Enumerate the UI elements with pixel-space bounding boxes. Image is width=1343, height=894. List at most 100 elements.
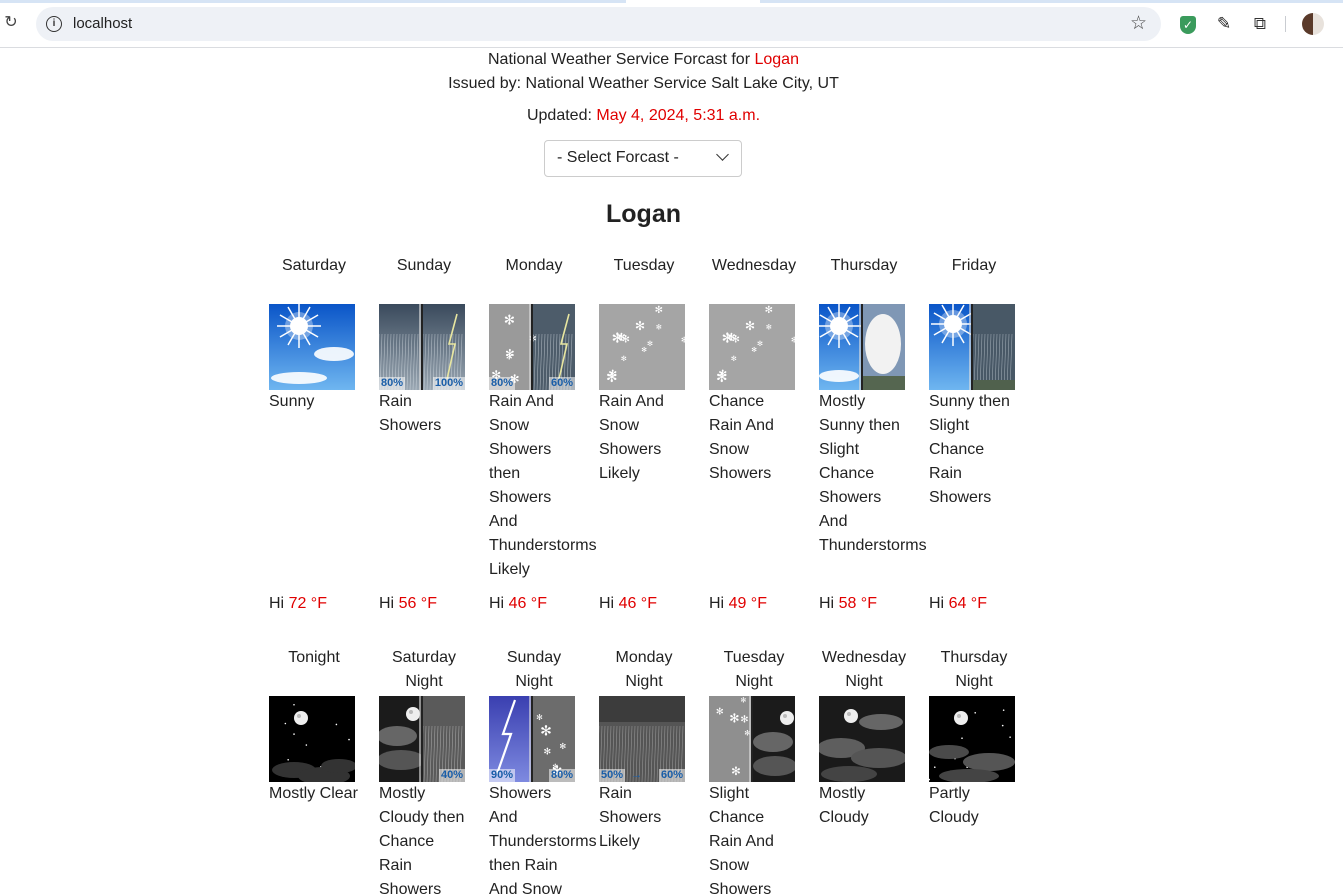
site-info-icon[interactable]: i — [46, 16, 62, 32]
high-temp-value: 46 °F — [618, 595, 657, 612]
period-name: Tonight — [288, 649, 340, 666]
svg-text:✻: ✻ — [536, 713, 543, 722]
svg-text:✻: ✻ — [731, 354, 737, 363]
svg-text:✻: ✻ — [621, 354, 627, 363]
high-label: Hi — [599, 595, 615, 612]
precip-chance-right: 40% — [438, 769, 465, 782]
night-period-0: Tonight Mostly Clear — [269, 646, 379, 802]
high-label: Hi — [709, 595, 725, 612]
night-period-5: Wednesday Night Mostly Cloudy — [819, 646, 929, 826]
period-description: Rain And Snow Showers then Showers And T… — [489, 393, 597, 578]
period-description: Sunny — [269, 393, 315, 410]
period-name: Tuesday — [613, 257, 675, 274]
period-name: Monday — [505, 257, 563, 274]
period-name: Wednesday — [711, 257, 797, 274]
period-description: Mostly Cloudy — [819, 785, 869, 826]
period-name: Friday — [951, 257, 997, 274]
high-temp-value: 49 °F — [728, 595, 767, 612]
tab-strip-edge — [0, 0, 1343, 3]
period-description: Mostly Sunny then Slight Chance Showers … — [819, 393, 927, 554]
shield-extension-icon[interactable]: ✓ — [1177, 13, 1199, 35]
period-name: Monday Night — [615, 649, 673, 690]
address-bar[interactable]: i localhost ☆ — [36, 7, 1161, 41]
svg-text:✻: ✻ — [655, 305, 663, 316]
svg-text:✻: ✻ — [740, 696, 746, 705]
sun-then-rain-icon — [929, 304, 1015, 390]
chevron-down-icon — [716, 148, 729, 161]
svg-text:✻: ✻ — [647, 339, 653, 348]
day-period-0: Saturday Sunny Hi 72 °F — [269, 254, 379, 612]
period-name: Thursday — [830, 257, 898, 274]
high-temperature: Hi 56 °F — [379, 592, 437, 616]
high-temp-value: 46 °F — [508, 595, 547, 612]
updated-line: Updated: May 4, 2024, 5:31 a.m. — [0, 104, 1287, 128]
high-temp-value: 64 °F — [948, 595, 987, 612]
browser-toolbar: ↻ i localhost ☆ ✓ ✎ ⧉ — [0, 0, 1343, 48]
day-period-5: Thursday Mostly Sunny then Slight Chance … — [819, 254, 929, 612]
high-temp-value: 72 °F — [288, 595, 327, 612]
high-label: Hi — [929, 595, 945, 612]
reload-icon[interactable]: ↻ — [2, 14, 20, 32]
rain-showers-thunder-icon: 80% 100% — [379, 304, 465, 390]
forecast-page: National Weather Service Forcast for Log… — [0, 48, 1343, 894]
title-city: Logan — [754, 51, 799, 68]
svg-text:✻: ✻ — [544, 747, 552, 757]
day-period-6: Friday Sunny then Slight Chance Rain Show… — [929, 254, 1039, 612]
precip-chance-left: 80% — [489, 377, 516, 390]
svg-text:✻: ✻ — [656, 322, 662, 331]
night-period-1: Saturday Night 40% Mostly Cloudy then Chan… — [379, 646, 489, 894]
cloudy-night-icon — [819, 696, 905, 782]
period-description: Mostly Clear — [269, 785, 358, 802]
sun-then-storm-icon — [819, 304, 905, 390]
period-description: Sunny then Slight Chance Rain Showers — [929, 393, 1010, 506]
snow-thunder-icon: ✻✻✻✻✻✻80%60% — [489, 304, 575, 390]
period-name: Wednesday Night — [821, 649, 907, 690]
forecast-select[interactable]: - Select Forcast - — [544, 140, 742, 177]
precip-trend-arrow: → — [631, 769, 642, 781]
cloudy-night-rain-icon: 40% — [379, 696, 465, 782]
clear-night-icon — [269, 696, 355, 782]
snow-then-night-icon: ✻ ✻ ✻ ✻ ✻ ✻ — [709, 696, 795, 782]
day-period-2: Monday✻✻✻✻✻✻80%60%Rain And Snow Showers … — [489, 254, 599, 612]
precip-chance-left: 90% — [489, 769, 516, 782]
svg-text:✻: ✻ — [681, 336, 685, 345]
svg-text:✻: ✻ — [745, 319, 755, 333]
high-label: Hi — [819, 595, 835, 612]
extensions-puzzle-icon[interactable]: ⧉ — [1249, 13, 1271, 35]
svg-text:✻: ✻ — [559, 741, 566, 751]
period-name: Saturday — [281, 257, 347, 274]
high-temperature: Hi 46 °F — [489, 592, 547, 616]
svg-text:✻: ✻ — [716, 707, 724, 718]
high-temp-value: 56 °F — [398, 595, 437, 612]
precip-chance-right: 60% — [548, 377, 575, 390]
svg-text:✻: ✻ — [727, 332, 736, 344]
eyedropper-extension-icon[interactable]: ✎ — [1213, 13, 1235, 35]
period-name: Sunday Night — [506, 649, 562, 690]
high-label: Hi — [269, 595, 285, 612]
updated-value: May 4, 2024, 5:31 a.m. — [596, 107, 761, 124]
precip-chance-right: 100% — [432, 377, 465, 390]
page-title: National Weather Service Forcast for Log… — [0, 48, 1287, 72]
period-description: Showers And Thunderstorms then Rain And … — [489, 785, 597, 894]
period-description: Chance Rain And Snow Showers — [709, 393, 774, 482]
period-description: Rain Showers — [379, 393, 442, 434]
svg-text:✻: ✻ — [505, 347, 515, 361]
svg-text:✻: ✻ — [731, 764, 741, 778]
sunny-icon — [269, 304, 355, 390]
period-name: Thursday Night — [940, 649, 1008, 690]
bookmark-star-icon[interactable]: ☆ — [1130, 12, 1147, 35]
forecast-select-label: - Select Forcast - — [557, 149, 679, 166]
night-period-6: Thursday Night Partly Cloudy — [929, 646, 1039, 826]
title-prefix: National Weather Service Forcast for — [488, 51, 755, 68]
svg-text:✻: ✻ — [791, 336, 795, 345]
night-period-3: Monday Night 50% → 60% Rain Showers Likely — [599, 646, 709, 850]
svg-text:✻: ✻ — [716, 370, 728, 386]
period-description: Partly Cloudy — [929, 785, 979, 826]
profile-avatar[interactable] — [1302, 13, 1324, 35]
issued-by: Issued by: National Weather Service Salt… — [448, 75, 839, 92]
high-temp-value: 58 °F — [838, 595, 877, 612]
precip-chance-left: 50% — [599, 769, 626, 782]
city-heading: Logan — [606, 200, 681, 228]
svg-text:✻: ✻ — [617, 332, 626, 344]
url-text[interactable]: localhost — [73, 15, 132, 32]
